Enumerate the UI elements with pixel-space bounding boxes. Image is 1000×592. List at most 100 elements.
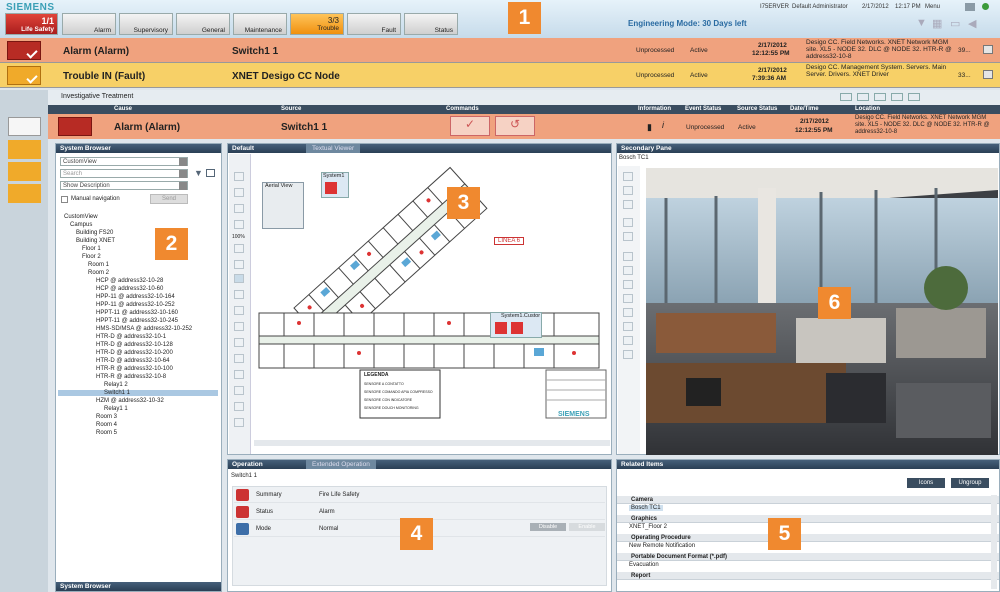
group-header-camera[interactable]: Camera — [617, 496, 999, 504]
send-button[interactable]: Send — [150, 194, 188, 204]
checkbox[interactable] — [983, 45, 993, 54]
view-select[interactable]: CustomView — [60, 157, 188, 166]
layout-icon[interactable] — [840, 93, 852, 101]
zoom-in-icon[interactable] — [234, 204, 244, 213]
zoom-area-icon[interactable] — [234, 290, 244, 299]
info-icon[interactable]: i — [662, 120, 664, 130]
arrow-right-icon[interactable] — [623, 218, 633, 227]
tree-node[interactable]: HPP-11 @ address32-10-252 — [96, 302, 175, 308]
tree-node[interactable]: Floor 1 — [82, 246, 101, 252]
chevron-down-icon[interactable] — [965, 3, 975, 11]
event-row[interactable]: Alarm (Alarm) Switch1 1 Unprocessed Acti… — [0, 38, 1000, 63]
menu-link[interactable]: Menu — [925, 4, 940, 10]
aerial-view[interactable]: Aerial View — [262, 182, 304, 229]
event-stack-item[interactable] — [8, 184, 41, 203]
align-icon[interactable] — [234, 386, 244, 395]
tree-node[interactable]: Relay1 2 — [104, 382, 128, 388]
home-icon[interactable] — [234, 188, 244, 197]
layout-4-icon[interactable] — [623, 266, 633, 275]
select-icon[interactable] — [234, 274, 244, 283]
event-stack-item[interactable] — [8, 140, 41, 159]
tree-node[interactable]: Building XNET — [76, 238, 115, 244]
save-icon[interactable] — [623, 186, 633, 195]
event-stack-item[interactable] — [8, 117, 41, 136]
speaker-icon[interactable]: ◀ — [968, 17, 982, 30]
supervisory-button[interactable]: Supervisory — [119, 13, 173, 35]
checkbox[interactable] — [983, 70, 993, 79]
description-select[interactable]: Show Description — [60, 181, 188, 190]
tree-node[interactable]: HTR-D @ address32-10-64 — [96, 358, 169, 364]
pan-icon[interactable] — [234, 260, 244, 269]
tab-operation[interactable]: Operation — [228, 460, 611, 469]
scrollbar[interactable] — [991, 495, 997, 589]
window-icon[interactable]: ▭ — [950, 17, 964, 30]
tree-node[interactable]: Building FS20 — [76, 230, 113, 236]
system-browser-footer[interactable]: System Browser — [56, 582, 221, 591]
layout-split-icon[interactable] — [623, 336, 633, 345]
tree-node[interactable]: HTR-D @ address32-10-128 — [96, 342, 173, 348]
acknowledge-button[interactable]: ✓ — [450, 116, 490, 136]
related-item[interactable]: Bosch TC1 — [629, 505, 663, 511]
status-button[interactable]: Status — [404, 13, 458, 35]
grid-icon[interactable] — [234, 338, 244, 347]
layout-icon[interactable] — [908, 93, 920, 101]
save-icon[interactable] — [206, 169, 215, 177]
layout-icon[interactable] — [857, 93, 869, 101]
layout-icon[interactable] — [874, 93, 886, 101]
list-icon[interactable] — [234, 354, 244, 363]
filter-icon[interactable]: ▼ — [916, 17, 930, 29]
tree-node[interactable]: Relay1 1 — [104, 406, 128, 412]
tree-node[interactable]: Campus — [70, 222, 92, 228]
icons-button[interactable]: Icons — [907, 478, 945, 488]
layout-tall-icon[interactable] — [623, 350, 633, 359]
tree-node-selected[interactable]: Switch1 1 — [58, 390, 218, 396]
life-safety-button[interactable]: 1/1 Life Safety — [5, 13, 58, 35]
zoom-icon[interactable] — [234, 244, 244, 253]
tree-node[interactable]: HCP @ address32-10-28 — [96, 278, 163, 284]
layout-icon[interactable] — [891, 93, 903, 101]
document-icon[interactable]: ▮ — [647, 122, 652, 133]
layout-grid-icon[interactable] — [623, 308, 633, 317]
tree-node[interactable]: HPPT-11 @ address32-10-160 — [96, 310, 178, 316]
grid-icon[interactable]: ▦ — [932, 17, 946, 30]
ungroup-button[interactable]: Ungroup — [951, 478, 989, 488]
print-icon[interactable] — [234, 418, 244, 427]
tree-node[interactable]: CustomView — [64, 214, 98, 220]
pen-icon[interactable] — [623, 200, 633, 209]
arrow-left-icon[interactable] — [623, 232, 633, 241]
related-item[interactable]: New Remote Notification — [617, 542, 999, 551]
group-header-report[interactable]: Report — [617, 572, 999, 580]
related-item[interactable]: XNET_Floor 2 — [617, 523, 999, 532]
tree-node[interactable]: HMS-SD/MSA @ address32-10-252 — [96, 326, 192, 332]
alarm-button[interactable]: Alarm — [62, 13, 116, 35]
floor-plan[interactable] — [254, 158, 610, 446]
tab-default[interactable]: Default — [228, 144, 611, 153]
system1-popup[interactable]: System1 — [321, 172, 349, 198]
tree-node[interactable]: Room 4 — [96, 422, 117, 428]
layout-9-icon[interactable] — [623, 280, 633, 289]
ptz-icon[interactable] — [623, 172, 633, 181]
layout-1-icon[interactable] — [623, 252, 633, 261]
related-item[interactable]: Evacuation — [617, 561, 999, 570]
layout-wide-icon[interactable] — [623, 322, 633, 331]
group-header-graphics[interactable]: Graphics — [617, 515, 999, 523]
group-header-pdf[interactable]: Portable Document Format (*.pdf) — [617, 553, 999, 561]
tree-node[interactable]: Room 1 — [88, 262, 109, 268]
pen-icon[interactable] — [234, 172, 244, 181]
tree-node[interactable]: HTR-R @ address32-10-100 — [96, 366, 173, 372]
layout-16-icon[interactable] — [623, 294, 633, 303]
event-stack-item[interactable] — [8, 162, 41, 181]
manual-navigation-checkbox[interactable] — [61, 196, 68, 203]
zoom-out-icon[interactable] — [234, 220, 244, 229]
fault-button[interactable]: Fault — [347, 13, 401, 35]
layers-icon[interactable] — [234, 322, 244, 331]
search-input[interactable]: Search — [60, 169, 188, 178]
enable-button[interactable]: Enable — [569, 523, 605, 531]
reset-button[interactable]: ↺ — [495, 116, 535, 136]
tree-node[interactable]: Room 3 — [96, 414, 117, 420]
tree-node[interactable]: Floor 2 — [82, 254, 101, 260]
disable-button[interactable]: Disable — [530, 523, 566, 531]
tree-node[interactable]: HZM @ address32-10-32 — [96, 398, 164, 404]
tree-node[interactable]: Room 5 — [96, 430, 117, 436]
tree-node[interactable]: HCP @ address32-10-60 — [96, 286, 163, 292]
